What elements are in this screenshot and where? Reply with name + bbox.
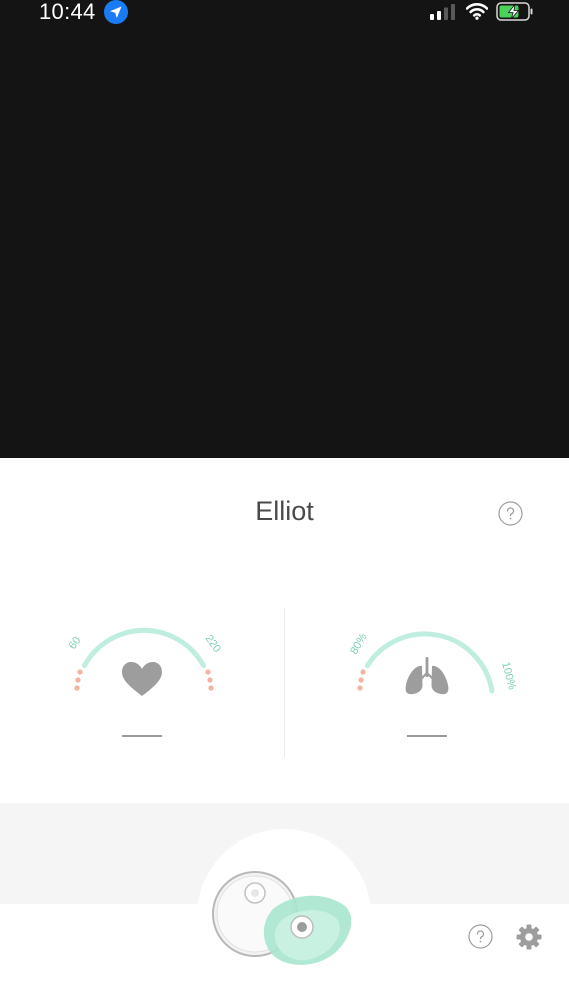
oxygen-arc [365,631,495,694]
heart-rate-min-label: 60 [67,635,84,652]
baby-name: Elliot [255,496,314,526]
bottom-area [0,803,569,1000]
heart-rate-max-label: 220 [203,633,223,655]
heart-icon [122,662,162,696]
heart-rate-reading: — [122,735,162,737]
help-icon[interactable] [468,924,493,949]
vitals-panel: Elliot 60 220 — 80% 100% [0,458,569,803]
base-station-icon[interactable] [205,861,365,971]
cellular-signal-icon [430,4,455,20]
camera-video-feed[interactable]: 10:44 [0,0,569,458]
heart-rate-arc [82,627,206,668]
oxygen-gauge: 80% 100% [348,631,518,695]
help-icon[interactable] [498,501,523,526]
vertical-divider [284,608,285,758]
heart-rate-gauge: 60 220 [67,627,223,696]
oxygen-max-label: 100% [499,661,518,691]
gear-icon[interactable] [516,924,542,950]
wifi-icon [466,3,488,20]
status-time: 10:44 [39,0,96,24]
oxygen-reading: — [407,735,447,737]
battery-charging-icon [496,2,533,21]
lungs-icon [405,657,449,695]
location-arrow-icon [104,0,128,24]
oxygen-min-label: 80% [348,631,370,656]
status-bar: 10:44 [0,0,569,26]
